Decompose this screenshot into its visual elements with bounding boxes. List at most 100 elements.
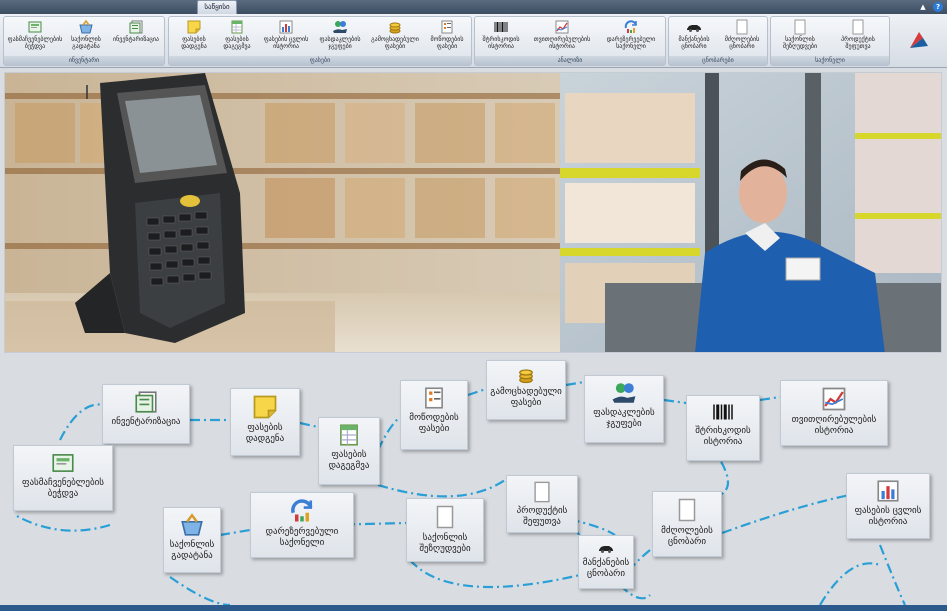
line-chart-icon	[555, 20, 569, 34]
ribbon-button-label: ფასების ცვლის ისტორია	[263, 36, 309, 50]
node-label: გამოცხადებული ფასები	[490, 387, 562, 408]
ribbon-button-label: თვითღირებულების ისტორია	[533, 36, 591, 50]
ribbon-button-supply-prices[interactable]: მოწოდების ფასები	[425, 19, 469, 57]
blank-page-icon	[736, 19, 748, 35]
ribbon-button-reserved-goods[interactable]: დარეზერვებული საქონელი	[599, 19, 663, 57]
ribbon-button-discount-groups[interactable]: ფასდაკლების ჯგუფები	[315, 19, 365, 57]
node-inventory[interactable]: ინვენტარიზაცია	[102, 384, 190, 444]
node-announced-prices[interactable]: გამოცხადებული ფასები	[486, 360, 566, 420]
ribbon: ფასმაჩვენებლების ბეჭდვა საქონლის გადატან…	[0, 14, 947, 68]
ribbon-button-label: დარეზერვებული საქონელი	[606, 36, 656, 50]
ribbon-button-price-set[interactable]: ფასების დადგენა	[173, 19, 215, 57]
app-logo-icon	[910, 32, 928, 48]
node-discount-groups[interactable]: ფასდაკლების ჯგუფები	[584, 375, 664, 443]
node-price-set[interactable]: ფასების დადგენა	[230, 388, 300, 456]
ribbon-button-label: ფასმაჩვენებლების ბეჭდვა	[7, 36, 63, 50]
basket-icon	[181, 513, 203, 536]
ribbon-button-announced-prices[interactable]: გამოცხადებული ფასები	[367, 19, 423, 57]
ribbon-group-goods: საქონლის შეზღუდვები პროდუქტის შეფუთვა სა…	[770, 16, 890, 66]
sticky-note-icon	[253, 395, 277, 419]
reserve-refresh-icon	[624, 20, 637, 33]
ribbon-button-label: გამოცხადებული ფასები	[371, 36, 419, 50]
ribbon-button-inventory[interactable]: ინვენტარიზაცია	[108, 19, 164, 57]
node-cost-history[interactable]: თვითღირებულების ისტორია	[780, 380, 888, 446]
node-price-tags-print[interactable]: ფასმაჩვენებლების ბეჭდვა	[13, 445, 113, 511]
node-price-plan[interactable]: ფასების დაგეგმვა	[318, 417, 380, 485]
hero-banner	[4, 72, 942, 353]
node-reserved-goods[interactable]: დარეზერვებული საქონელი	[250, 492, 354, 558]
node-price-change-history[interactable]: ფასების ცვლის ისტორია	[846, 473, 930, 539]
ribbon-group-title: ცნობარები	[669, 56, 767, 65]
ribbon-button-price-tags-print[interactable]: ფასმაჩვენებლების ბეჭდვა	[6, 19, 64, 57]
ribbon-button-label: ფასების დაგეგმვა	[223, 36, 251, 50]
ribbon-button-cars-directory[interactable]: მანქანების ცნობარი	[671, 19, 717, 57]
node-label: მოწოდების ფასები	[409, 413, 459, 434]
discount-hand-icon	[612, 383, 636, 403]
node-label: მძღოლების ცნობარი	[661, 526, 713, 547]
node-label: შტრიხკოდის ისტორია	[695, 426, 751, 447]
blank-page-icon	[534, 481, 550, 503]
ribbon-group-inventory: ფასმაჩვენებლების ბეჭდვა საქონლის გადატან…	[3, 16, 165, 66]
node-barcode-history[interactable]: შტრიხკოდის ისტორია	[686, 395, 760, 461]
blank-page-icon	[794, 19, 806, 35]
coins-icon	[389, 22, 401, 34]
minimize-ribbon-icon[interactable]: ▲	[918, 2, 928, 12]
module-diagram: ინვენტარიზაცია ფასების დადგენა ფასების დ…	[0, 355, 947, 605]
ribbon-button-label: საქონლის გადატანა	[71, 36, 101, 50]
node-supply-prices[interactable]: მოწოდების ფასები	[400, 380, 468, 450]
bar-chart-icon	[279, 20, 293, 34]
ribbon-button-goods-limits[interactable]: საქონლის შეზღუდვები	[773, 19, 827, 57]
help-icon[interactable]: ?	[933, 2, 943, 12]
barcode-icon	[713, 404, 733, 420]
node-product-pack[interactable]: პროდუქტის შეფუთვა	[506, 475, 578, 533]
bar-chart-icon	[877, 480, 899, 502]
ribbon-button-label: ინვენტარიზაცია	[113, 36, 159, 43]
node-label: ფასების ცვლის ისტორია	[854, 506, 922, 527]
ribbon-button-price-change-history[interactable]: ფასების ცვლის ისტორია	[259, 19, 313, 57]
node-label: დარეზერვებული საქონელი	[265, 527, 339, 548]
node-goods-transfer[interactable]: საქონლის გადატანა	[163, 507, 221, 573]
basket-icon	[79, 19, 93, 34]
node-label: ფასმაჩვენებლების ბეჭდვა	[22, 478, 104, 499]
ribbon-button-label: საქონლის შეზღუდვები	[782, 36, 818, 50]
node-label: საქონლის გადატანა	[169, 540, 215, 561]
ribbon-button-label: მძღოლების ცნობარი	[724, 36, 760, 50]
ribbon-button-label: მოწოდების ფასები	[430, 36, 464, 50]
status-bar	[0, 605, 947, 611]
ribbon-button-label: ფასდაკლების ჯგუფები	[319, 36, 361, 50]
inventory-icon	[135, 391, 157, 413]
node-label: საქონლის შეზღუდვები	[419, 533, 471, 554]
node-goods-limits[interactable]: საქონლის შეზღუდვები	[406, 498, 484, 562]
barcode-icon	[494, 22, 508, 32]
node-label: ფასების დადგენა	[245, 423, 285, 444]
ribbon-button-drivers-directory[interactable]: მძღოლების ცნობარი	[719, 19, 765, 57]
node-label: ინვენტარიზაცია	[111, 417, 181, 427]
ribbon-button-label: შტრიხკოდის ისტორია	[482, 36, 520, 50]
discount-hand-icon	[333, 21, 347, 33]
ribbon-group-directories: მანქანების ცნობარი მძღოლების ცნობარი ცნო…	[668, 16, 768, 66]
blank-page-icon	[678, 498, 696, 522]
document-list-icon	[441, 20, 453, 34]
node-label: ფასდაკლების ჯგუფები	[593, 408, 655, 429]
ribbon-group-title: ფასები	[169, 56, 471, 65]
document-list-icon	[425, 387, 443, 409]
blank-page-icon	[852, 19, 864, 35]
node-cars-directory[interactable]: მანქანების ცნობარი	[578, 535, 634, 589]
node-label: მანქანების ცნობარი	[582, 558, 630, 579]
warehouse-banner-image	[5, 73, 941, 352]
node-label: თვითღირებულების ისტორია	[791, 415, 877, 436]
node-drivers-directory[interactable]: მძღოლების ცნობარი	[652, 491, 722, 557]
ribbon-button-label: პროდუქტის შეფუთვა	[841, 36, 875, 50]
inventory-icon	[129, 20, 143, 34]
ribbon-button-price-plan[interactable]: ფასების დაგეგმვა	[217, 19, 257, 57]
car-icon	[599, 546, 613, 553]
ribbon-button-cost-history[interactable]: თვითღირებულების ისტორია	[527, 19, 597, 57]
ribbon-button-barcode-history[interactable]: შტრიხკოდის ისტორია	[477, 19, 525, 57]
node-label: ფასების დაგეგმვა	[328, 450, 370, 471]
spreadsheet-icon	[231, 20, 243, 34]
ribbon-button-label: მანქანების ცნობარი	[678, 36, 710, 50]
tab-home[interactable]: საწყისი	[197, 0, 237, 14]
coins-icon	[519, 369, 533, 384]
ribbon-button-goods-transfer[interactable]: საქონლის გადატანა	[66, 19, 106, 57]
ribbon-button-product-packing[interactable]: პროდუქტის შეფუთვა	[829, 19, 887, 57]
